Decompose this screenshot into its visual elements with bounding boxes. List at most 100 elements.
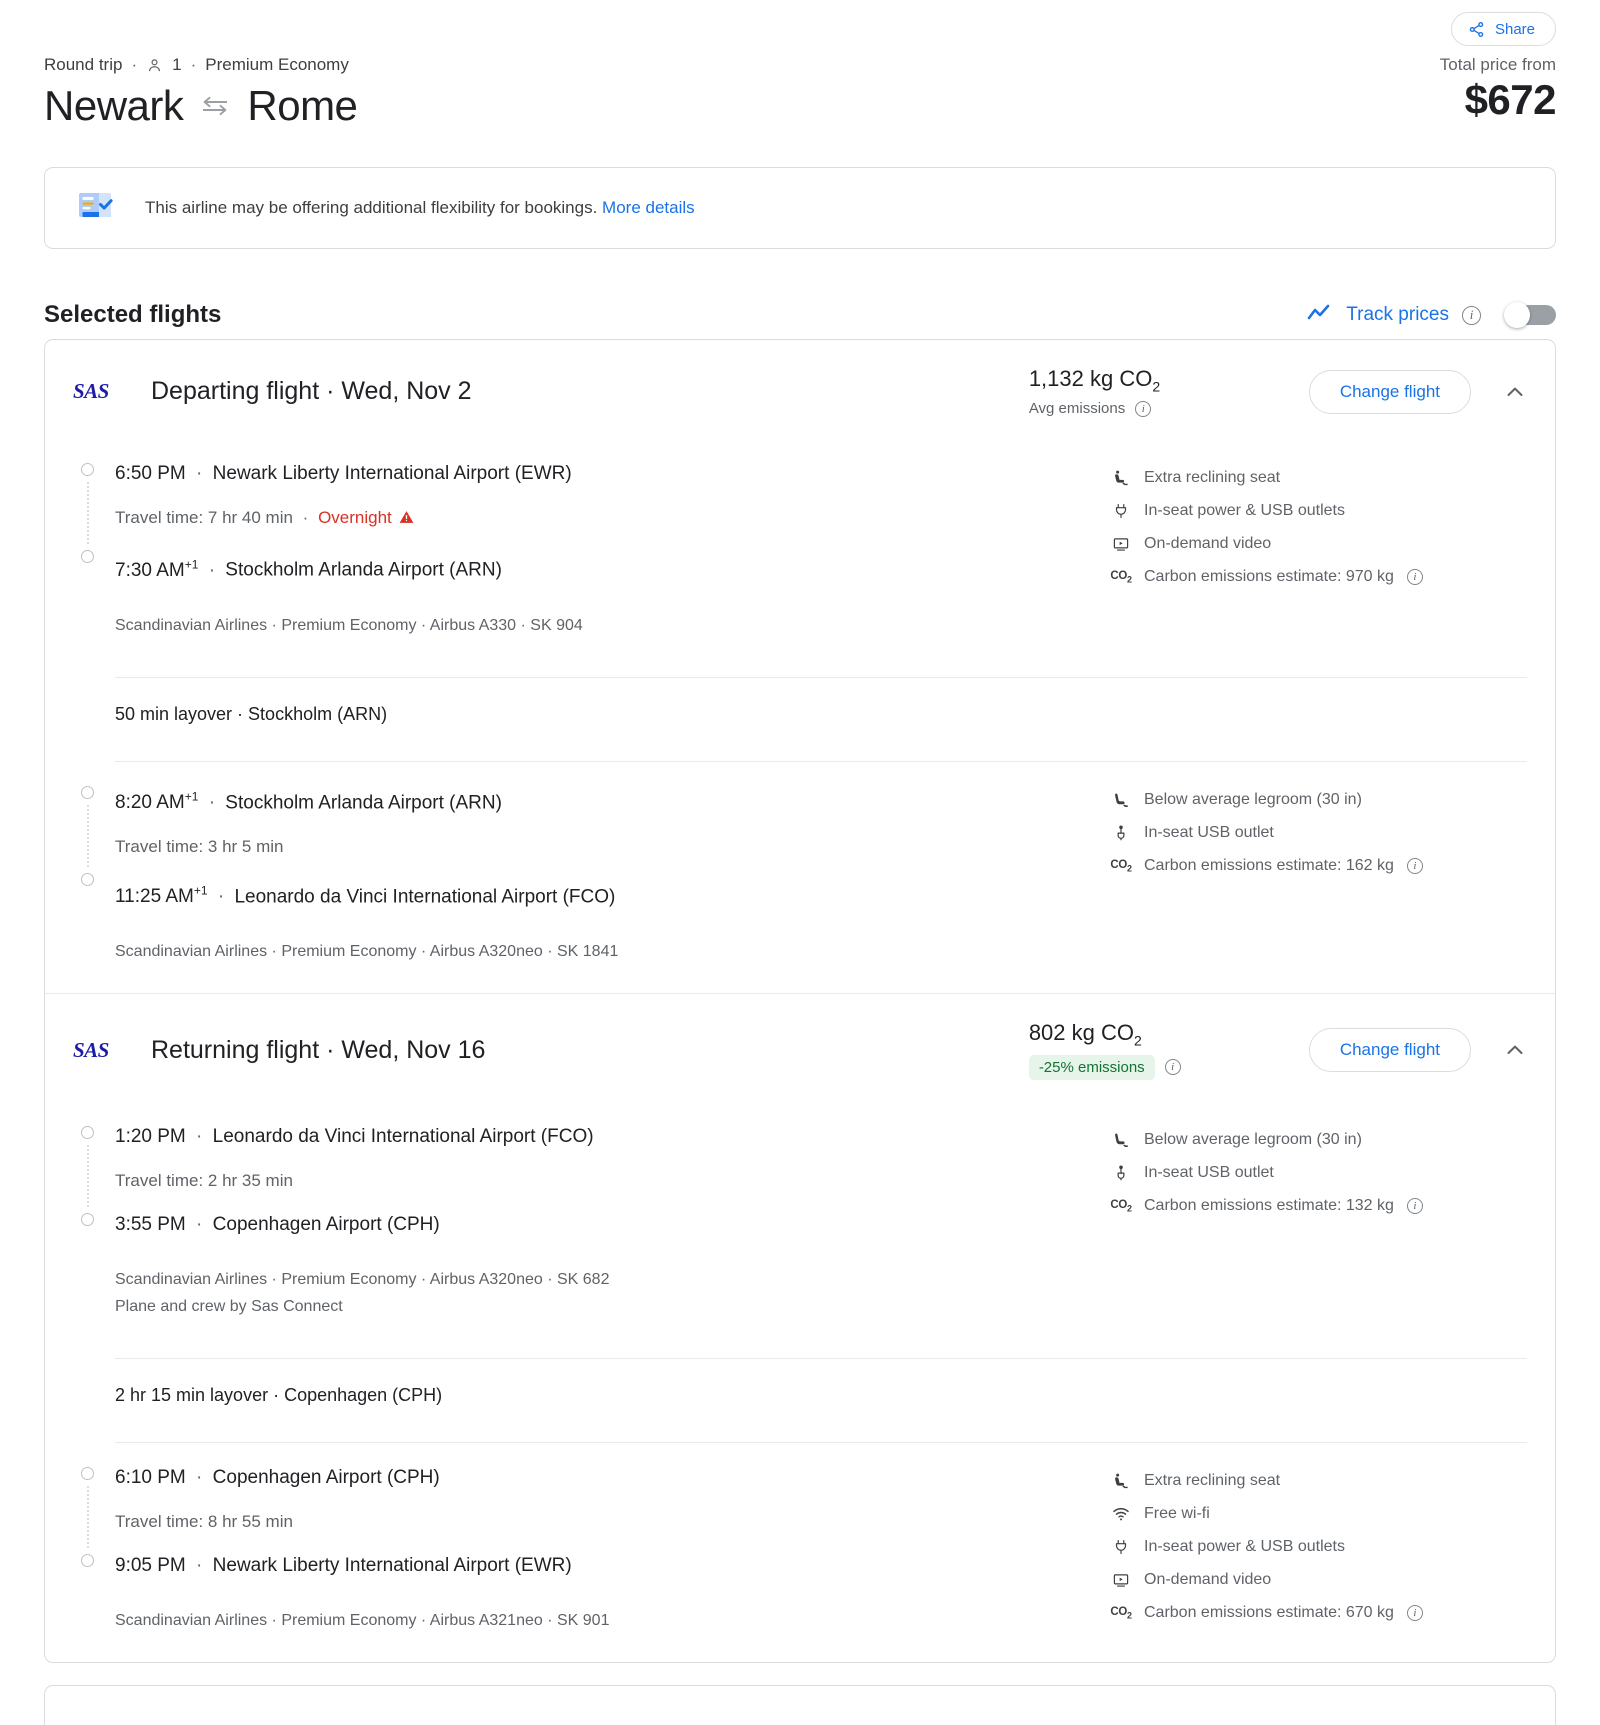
departure-time: 6:50 PM [115, 463, 186, 485]
info-icon[interactable]: i [1164, 1059, 1181, 1076]
amenity-item: CO2 Carbon emissions estimate: 132 kg i [1110, 1190, 1527, 1223]
toggle-knob [1504, 302, 1530, 328]
separator-dot: · [208, 559, 216, 581]
usb-icon [1111, 1164, 1131, 1182]
flexibility-notice-text: This airline may be offering additional … [145, 198, 695, 218]
info-icon[interactable]: i [1406, 858, 1423, 875]
info-icon[interactable]: i [1406, 568, 1423, 585]
amenity-label: On-demand video [1144, 1571, 1272, 1589]
amenities-list: Below average legroom (30 in) In-seat US… [1097, 1102, 1527, 1326]
segment-main: 6:10 PM · Copenhagen Airport (CPH) Trave… [73, 1443, 1097, 1640]
arrival-airport: Newark Liberty International Airport (EW… [212, 1554, 572, 1576]
amenity-item: In-seat power & USB outlets [1111, 494, 1527, 527]
arrival-time: 11:25 AM+1 [115, 884, 208, 908]
timeline-dot-arrival [81, 872, 94, 886]
departure-airport: Leonardo da Vinci International Airport … [212, 1125, 594, 1147]
share-button[interactable]: Share [1450, 12, 1556, 46]
page-title: Newark Rome [44, 82, 358, 130]
track-prices-toggle[interactable] [1504, 302, 1556, 328]
arrival-time: 7:30 AM+1 [115, 557, 199, 581]
info-icon[interactable]: i [1406, 1198, 1423, 1215]
timeline-dot-departure [81, 785, 94, 799]
info-icon[interactable]: i [1462, 305, 1481, 325]
co2-icon: CO2 [1110, 1199, 1132, 1214]
emissions-total: 1,132 kg CO2 [1028, 366, 1161, 395]
arrival-row: 11:25 AM+1 · Leonardo da Vinci Internati… [115, 874, 1097, 914]
amenities-list: Extra reclining seat In-seat power & USB… [1097, 439, 1527, 644]
flight-segment: 6:10 PM · Copenhagen Airport (CPH) Trave… [45, 1443, 1555, 1662]
airline-logo: SAS [73, 379, 109, 404]
co2-icon: CO2 [1110, 569, 1132, 585]
segment-main: 1:20 PM · Leonardo da Vinci Internationa… [73, 1102, 1097, 1326]
segment-main: 8:20 AM+1 · Stockholm Arlanda Airport (A… [73, 762, 1097, 972]
amenity-label: Carbon emissions estimate: 132 kg [1144, 1197, 1394, 1215]
selected-flights-header: Selected flights Track prices i [44, 291, 1556, 339]
selected-flights-card: SAS Departing flight · Wed, Nov 2 1,132 … [44, 339, 1556, 1663]
operator-line: Scandinavian Airlines · Premium Economy … [115, 943, 619, 961]
trip-type-label: Round trip [44, 55, 123, 74]
power-outlet-icon [1111, 502, 1131, 520]
amenities-list: Extra reclining seat Free wi-fi In-seat … [1097, 1443, 1527, 1640]
leg-emissions: 1,132 kg CO2 Avg emissions i [1029, 366, 1309, 417]
travel-time: Travel time: 7 hr 40 min [115, 508, 293, 528]
info-icon[interactable]: i [1135, 400, 1152, 417]
amenity-label: Below average legroom (30 in) [1144, 791, 1362, 809]
layover-info: 2 hr 15 min layover · Copenhagen (CPH) [115, 1384, 443, 1405]
segment-timeline [73, 762, 115, 966]
info-icon[interactable]: i [1406, 1605, 1423, 1622]
segment-details: 6:10 PM · Copenhagen Airport (CPH) Trave… [115, 1443, 1097, 1634]
amenity-label: On-demand video [1144, 534, 1272, 552]
separator-dot: · [196, 463, 203, 485]
total-price-amount: $672 [1464, 76, 1557, 123]
departure-row: 8:20 AM+1 · Stockholm Arlanda Airport (A… [115, 780, 1097, 820]
amenity-item: In-seat USB outlet [1111, 1157, 1527, 1190]
collapse-chevron-icon[interactable] [1503, 1038, 1527, 1062]
timeline-dot-departure [81, 463, 94, 477]
amenity-label: In-seat power & USB outlets [1144, 501, 1345, 519]
legroom-icon [1111, 1131, 1131, 1149]
leg-header: SAS Returning flight · Wed, Nov 16 802 k… [45, 994, 1555, 1101]
share-label: Share [1494, 20, 1535, 38]
travel-time-row: Travel time: 8 hr 55 min [115, 1505, 1097, 1539]
change-flight-button[interactable]: Change flight [1308, 1028, 1471, 1073]
collapse-chevron-icon[interactable] [1503, 380, 1527, 404]
timeline-dot-arrival [81, 550, 94, 564]
arrival-airport: Stockholm Arlanda Airport (ARN) [225, 559, 502, 581]
separator-dot: · [190, 55, 197, 74]
departure-time: 8:20 AM+1 [115, 789, 199, 814]
flight-leg: SAS Departing flight · Wed, Nov 2 1,132 … [45, 340, 1555, 993]
co2-icon: CO2 [1110, 859, 1132, 874]
travel-time-row: Travel time: 7 hr 40 min · Overnight [115, 501, 1097, 537]
flight-segment: 1:20 PM · Leonardo da Vinci Internationa… [45, 1102, 1555, 1348]
track-prices-label[interactable]: Track prices [1346, 304, 1449, 326]
co2-icon: CO2 [1110, 1606, 1132, 1621]
departure-airport: Newark Liberty International Airport (EW… [212, 463, 572, 485]
travel-time-row: Travel time: 2 hr 35 min [115, 1164, 1097, 1198]
departure-airport: Copenhagen Airport (CPH) [212, 1466, 440, 1488]
amenity-label: Below average legroom (30 in) [1144, 1131, 1362, 1149]
emissions-badge: -25% emissions [1028, 1054, 1155, 1080]
timeline-line [87, 482, 89, 545]
share-icon [1468, 21, 1485, 38]
more-details-link[interactable]: More details [602, 198, 695, 217]
arrival-time: 3:55 PM [115, 1213, 186, 1235]
segment-details: 8:20 AM+1 · Stockholm Arlanda Airport (A… [115, 762, 1097, 966]
notice-message: This airline may be offering additional … [145, 198, 598, 217]
arrival-row: 7:30 AM+1 · Stockholm Arlanda Airport (A… [115, 547, 1097, 587]
change-flight-button[interactable]: Change flight [1308, 369, 1471, 414]
amenity-label: In-seat power & USB outlets [1144, 1538, 1345, 1556]
leg-header: SAS Departing flight · Wed, Nov 2 1,132 … [45, 340, 1555, 439]
travel-time-row: Travel time: 3 hr 5 min [115, 830, 1097, 864]
legroom-icon [1111, 791, 1131, 809]
emissions-total: 802 kg CO2 [1028, 1020, 1142, 1049]
amenity-item: CO2 Carbon emissions estimate: 162 kg i [1110, 850, 1527, 883]
timeline-dot-arrival [81, 1212, 94, 1226]
departure-time: 6:10 PM [115, 1466, 186, 1488]
separator-dot: · [196, 1466, 203, 1488]
emissions-sub-label: Avg emissions [1028, 400, 1126, 418]
amenity-item: CO2 Carbon emissions estimate: 970 kg i [1110, 560, 1527, 593]
amenity-label: Carbon emissions estimate: 970 kg [1144, 567, 1394, 585]
amenity-item: In-seat USB outlet [1111, 817, 1527, 850]
total-price-block: Total price from $672 [1440, 55, 1557, 124]
arrival-row: 3:55 PM · Copenhagen Airport (CPH) [115, 1208, 1097, 1242]
